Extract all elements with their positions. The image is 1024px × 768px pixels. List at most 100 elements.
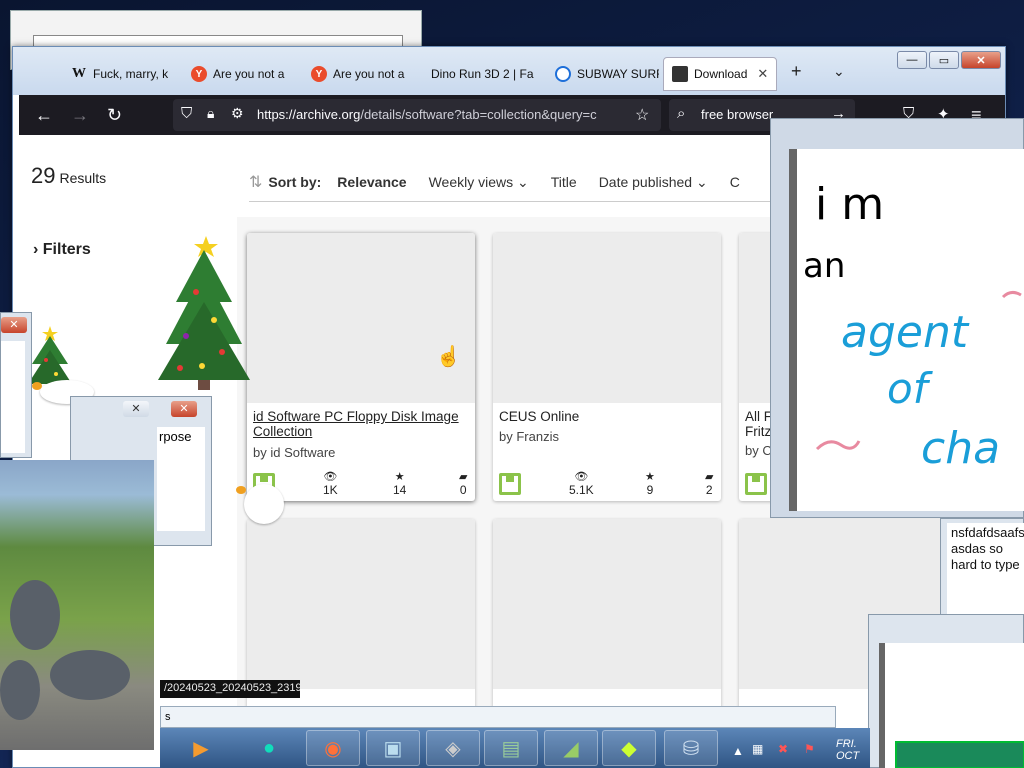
volume-muted-icon[interactable]: ✖	[778, 742, 788, 756]
tab-subway-surf[interactable]: SUBWAY SURF	[547, 57, 659, 91]
link-tooltip: /20240523_20240523_2319	[160, 680, 300, 698]
popup-text[interactable]: rpose	[157, 427, 205, 531]
drawing-window[interactable]: i m an agent of cha	[770, 118, 1024, 518]
reviews-stat: ▰ 0	[459, 471, 467, 497]
sort-bar: ⇅ Sort by: Relevance Weekly views ⌄ Titl…	[249, 169, 809, 195]
status-text: s	[165, 711, 171, 723]
tab-label: Fuck, marry, k	[93, 67, 169, 81]
pink-squiggle	[1001, 290, 1022, 299]
media-player-icon[interactable]: ▶	[174, 730, 228, 766]
results-label: Results	[59, 170, 107, 186]
green-panel	[895, 741, 1024, 768]
card-creator: by C	[745, 443, 772, 458]
subway-surf-icon	[555, 66, 571, 82]
tab-yandex-2[interactable]: Y Are you not a	[303, 57, 423, 91]
tab-yandex-1[interactable]: Y Are you not a	[183, 57, 303, 91]
permissions-icon[interactable]: ⚙︎	[231, 105, 244, 122]
monitor-glyph: ▤	[501, 737, 521, 760]
tab-close-icon[interactable]: ✕	[757, 66, 768, 82]
clock-day: FRI.	[836, 738, 857, 750]
sort-option-creator[interactable]: C	[730, 174, 740, 190]
sort-divider	[249, 201, 809, 202]
software-floppy-icon	[745, 473, 767, 495]
tab-dino-run[interactable]: Dino Run 3D 2 | Fa	[423, 57, 547, 91]
system-tray: ▲ ▦ ✖ ⚑ FRI. OCT	[728, 736, 868, 768]
reviews-count: 0	[459, 483, 467, 497]
address-bar[interactable]: ⛉ 🔒︎ ⚙︎ https://archive.org/details/soft…	[173, 99, 661, 131]
close-icon[interactable]: ✕	[171, 401, 197, 417]
shield-icon[interactable]: ⛉	[181, 105, 192, 122]
close-window-icon[interactable]: ✕	[961, 51, 1001, 69]
sort-option-label: Weekly views	[428, 173, 514, 190]
bottom-right-window[interactable]	[868, 614, 1024, 768]
window-controls: — ▭ ✕	[897, 51, 1001, 69]
drive-glyph: ⛁	[682, 737, 700, 760]
handwriting-line: cha	[921, 423, 1000, 474]
ruler-glyph: ◢	[563, 737, 579, 760]
sort-option-weekly-views[interactable]: Weekly views ⌄	[429, 174, 529, 191]
sort-option-title[interactable]: Title	[551, 174, 577, 190]
drive-icon[interactable]: ⛁	[664, 730, 718, 766]
sort-option-relevance[interactable]: Relevance	[337, 174, 406, 190]
network-icon[interactable]: ▦	[752, 742, 763, 756]
show-hidden-icons-icon[interactable]: ▲	[732, 744, 744, 758]
sort-direction-icon[interactable]: ⇅	[249, 172, 262, 192]
pigeon-shape	[0, 660, 40, 720]
new-tab-icon[interactable]: +	[791, 61, 802, 82]
handwriting-line: of	[887, 364, 934, 413]
card-thumbnail	[247, 233, 475, 403]
archive-icon	[672, 66, 688, 82]
card-title[interactable]: CEUS Online	[499, 409, 715, 424]
app-icon[interactable]: ●	[242, 730, 296, 766]
back-arrow-icon[interactable]: ←	[35, 105, 53, 126]
handwriting: i m an agent of cha	[803, 179, 1022, 474]
popup-body	[1, 341, 25, 453]
small-popup-window[interactable]: ✕	[0, 312, 32, 458]
tab-download[interactable]: Download ✕	[663, 57, 777, 91]
sort-label: Sort by:	[268, 174, 322, 190]
software-floppy-icon	[499, 473, 521, 495]
results-count: 29 Results	[31, 163, 106, 189]
result-card[interactable]: CEUS Online by Franzis 👁︎ 5.1K ★ 9 ▰ 2	[493, 233, 721, 501]
firefox-glyph: ◉	[324, 737, 342, 760]
filters-label: Filters	[42, 241, 91, 258]
close-icon[interactable]: ✕	[1, 317, 27, 333]
url-text: https://archive.org/details/software?tab…	[257, 107, 627, 122]
action-center-icon[interactable]: ⚑	[804, 742, 815, 756]
pigeon-shape	[10, 580, 60, 650]
lock-icon[interactable]: 🔒︎	[207, 105, 214, 122]
filters-toggle[interactable]: › Filters	[33, 241, 91, 259]
chevron-down-icon: ⌄	[695, 173, 708, 190]
sort-option-date-published[interactable]: Date published ⌄	[599, 174, 708, 191]
tab-list-chevron-icon[interactable]: ⌄	[833, 63, 845, 80]
minimize-icon[interactable]: —	[897, 51, 927, 69]
control-panel-icon[interactable]: ▣	[366, 730, 420, 766]
reload-icon[interactable]: ↻	[107, 105, 122, 126]
maximize-icon[interactable]: ▭	[929, 51, 959, 69]
search-icon: ⌕	[677, 105, 686, 122]
close-icon[interactable]: ✕	[123, 401, 149, 417]
control-panel-glyph: ▣	[383, 737, 403, 760]
forward-arrow-icon[interactable]: →	[71, 105, 89, 126]
clock[interactable]: FRI. OCT	[836, 738, 859, 762]
bookmark-star-icon[interactable]: ☆	[635, 105, 649, 125]
drawing-canvas[interactable]: i m an agent of cha	[789, 149, 1024, 511]
clock-date: OCT	[836, 750, 860, 762]
goose-glyph: ◆	[621, 737, 637, 760]
favorites-stat: ★ 14	[393, 471, 406, 497]
card-title[interactable]: id Software PC Floppy Disk Image Collect…	[253, 409, 469, 439]
goose-icon[interactable]: ◆	[602, 730, 656, 766]
tab-wikipedia[interactable]: W Fuck, marry, k	[63, 57, 183, 91]
disk-glyph: ◈	[445, 737, 461, 760]
card-thumbnail	[493, 233, 721, 403]
views-stat: 👁︎ 1K	[323, 471, 338, 497]
ruler-icon[interactable]: ◢	[544, 730, 598, 766]
card-stats: 👁︎ 1K ★ 14 ▰ 0	[253, 471, 469, 497]
url-path: /details/software?tab=collection&query=c	[360, 107, 597, 122]
tab-label: Are you not a	[333, 67, 405, 81]
handwriting-line: an	[803, 246, 845, 286]
firefox-icon[interactable]: ◉	[306, 730, 360, 766]
disk-tool-icon[interactable]: ◈	[426, 730, 480, 766]
monitor-icon[interactable]: ▤	[484, 730, 538, 766]
chevron-right-icon: ›	[33, 241, 39, 258]
